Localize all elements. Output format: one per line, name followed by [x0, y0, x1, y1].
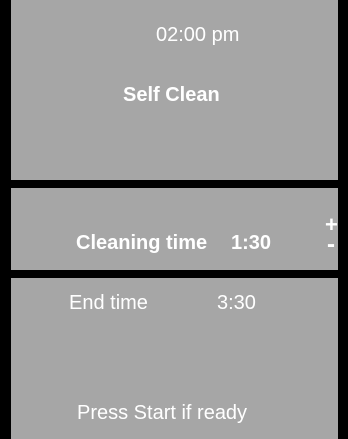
end-time-panel: End time 3:30 Press Start if ready	[11, 278, 338, 439]
cleaning-time-value: 1:30	[231, 232, 272, 254]
start-prompt: Press Start if ready	[77, 402, 248, 424]
cleaning-time-label: Cleaning time	[76, 232, 208, 254]
cleaning-time-panel: Cleaning time 1:30 + -	[11, 188, 338, 270]
end-time-label: End time	[69, 292, 148, 314]
end-time-value: 3:30	[217, 292, 256, 314]
program-title: Self Clean	[123, 84, 220, 106]
decrease-time-button[interactable]: -	[327, 233, 335, 257]
status-panel: 02:00 pm Self Clean	[11, 0, 338, 180]
clock-display: 02:00 pm	[156, 24, 240, 46]
